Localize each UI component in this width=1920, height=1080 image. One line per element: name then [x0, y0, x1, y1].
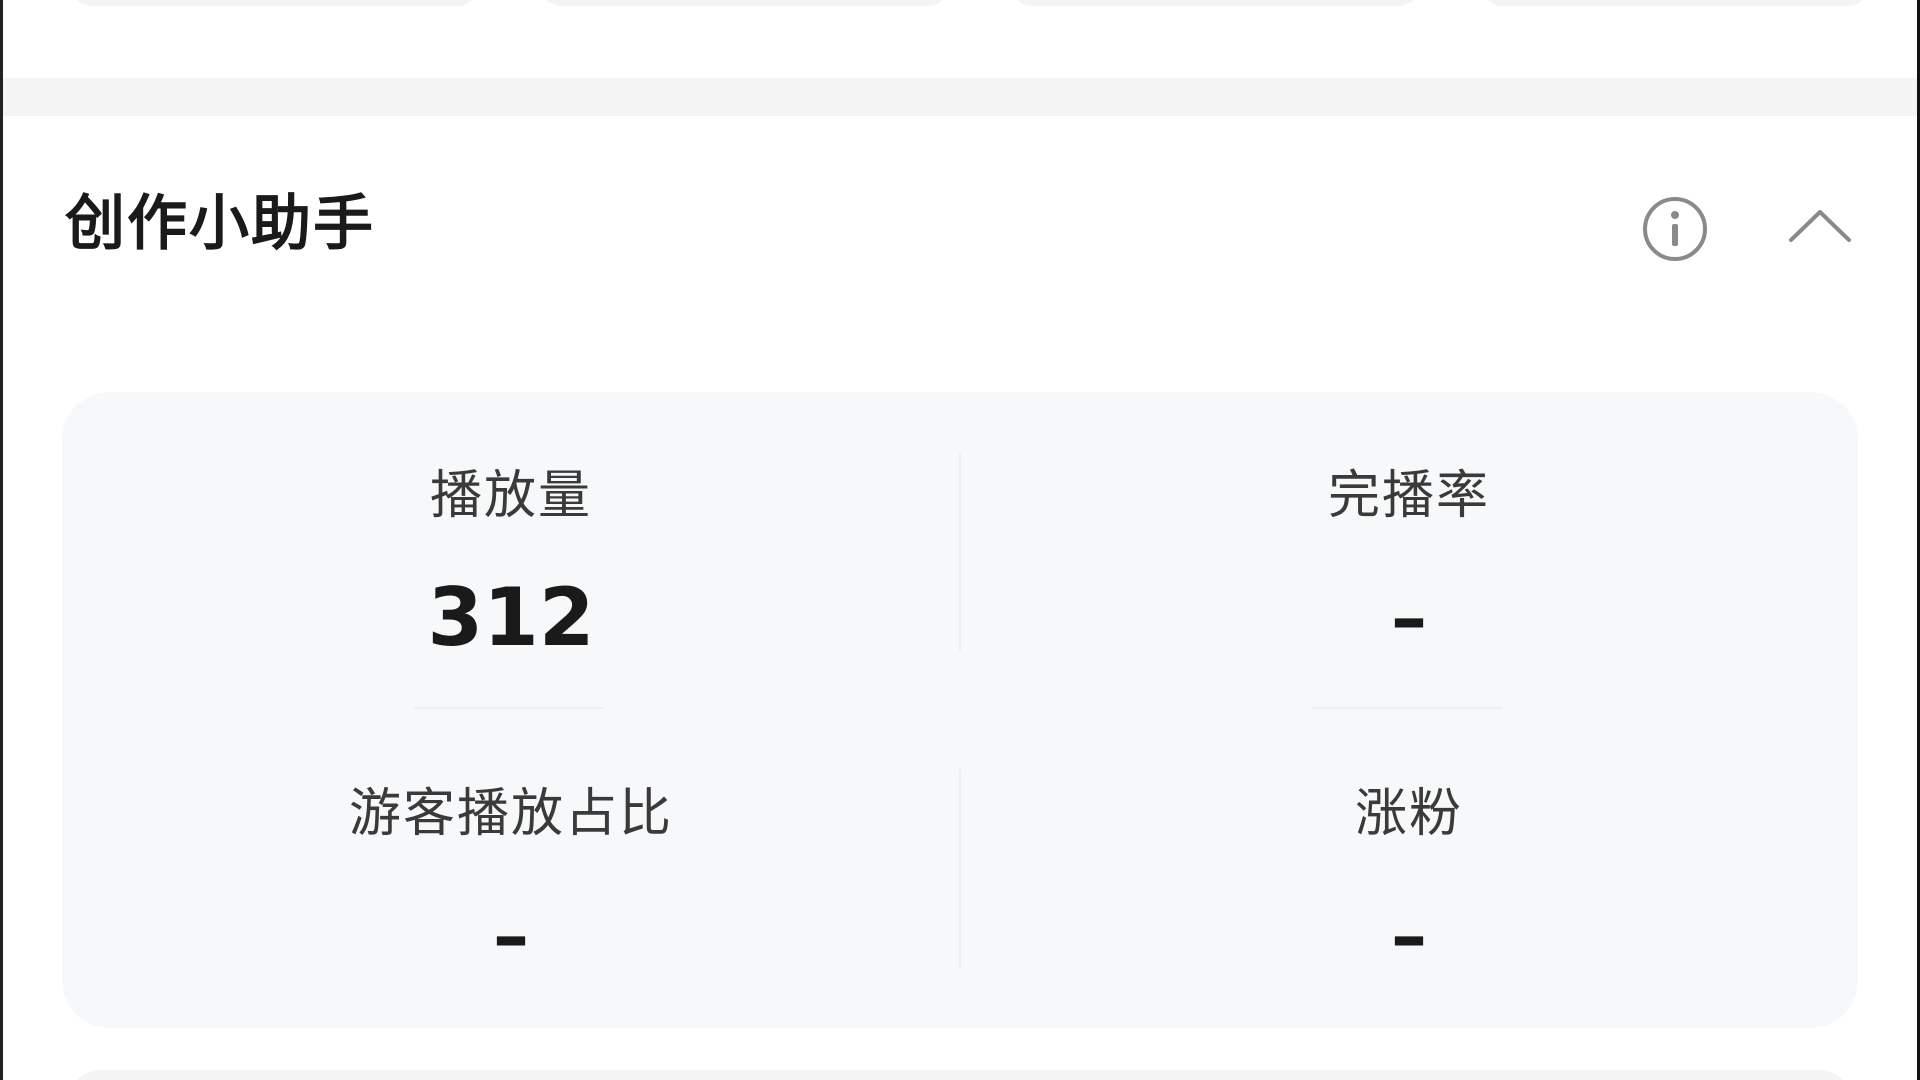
row-divider: [1312, 707, 1502, 709]
stat-play-count[interactable]: 播放量 312: [62, 392, 960, 710]
stat-value: –: [493, 894, 529, 978]
previous-section-cards: [0, 0, 1920, 10]
stat-label: 播放量: [429, 466, 592, 526]
stat-guest-play-ratio[interactable]: 游客播放占比 –: [62, 710, 960, 1028]
creator-stats-screen: 创作小助手 播放量 312 完播率 – 游客播放占比 – 涨粉 –: [0, 0, 1920, 1080]
chevron-up-icon[interactable]: [1785, 196, 1855, 256]
next-section-card: [70, 1070, 1850, 1080]
stats-panel: 播放量 312 完播率 – 游客播放占比 – 涨粉 –: [62, 392, 1858, 1028]
stat-label: 游客播放占比: [348, 784, 673, 844]
previous-card: [70, 0, 480, 6]
assistant-section-header: 创作小助手: [3, 116, 1917, 336]
stat-label: 涨粉: [1354, 784, 1463, 844]
column-divider: [959, 452, 961, 652]
stat-value: –: [1391, 576, 1427, 660]
row-divider: [414, 707, 604, 709]
stat-new-followers[interactable]: 涨粉 –: [960, 710, 1858, 1028]
stat-completion-rate[interactable]: 完播率 –: [960, 392, 1858, 710]
stat-label: 完播率: [1327, 466, 1490, 526]
column-divider: [959, 770, 961, 970]
previous-card: [540, 0, 950, 6]
section-separator: [3, 78, 1917, 116]
previous-card: [1010, 0, 1420, 6]
stat-value: 312: [427, 571, 595, 664]
section-title: 创作小助手: [65, 189, 375, 259]
info-icon[interactable]: [1640, 194, 1710, 264]
previous-card: [1480, 0, 1870, 6]
stat-value: –: [1391, 894, 1427, 978]
